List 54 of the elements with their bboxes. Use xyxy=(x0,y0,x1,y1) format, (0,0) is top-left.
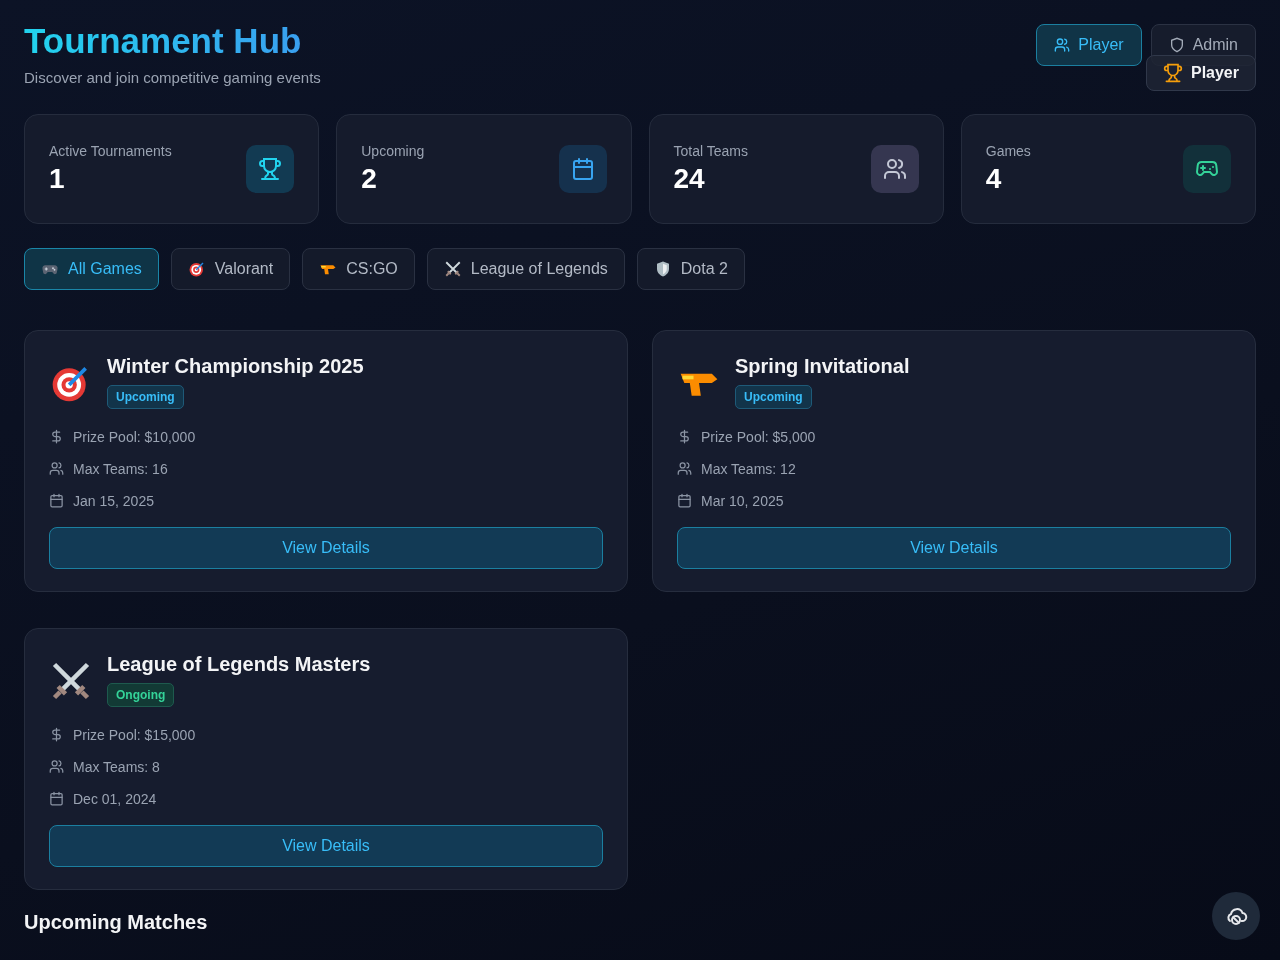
calendar-icon xyxy=(677,493,692,508)
view-details-button[interactable]: View Details xyxy=(677,526,1231,569)
dollar-icon xyxy=(49,429,64,444)
game-filter-tab[interactable]: All Games xyxy=(24,247,159,290)
status-badge: Upcoming xyxy=(107,384,184,409)
crossed-swords-icon xyxy=(443,259,462,278)
max-teams-text: Max Teams: 12 xyxy=(701,460,796,477)
game-filter-tab[interactable]: Dota 2 xyxy=(636,247,745,290)
dollar-icon xyxy=(49,727,64,742)
shield-icon xyxy=(1168,37,1185,53)
game-filter-tab[interactable]: Valorant xyxy=(170,247,291,290)
section-heading: Upcoming Matches xyxy=(24,909,208,934)
prize-pool-text: Prize Pool: $10,000 xyxy=(73,428,196,445)
status-badge: Upcoming xyxy=(735,384,812,409)
date-text: Mar 10, 2025 xyxy=(701,492,784,509)
stat-label: Games xyxy=(985,142,1031,159)
dollar-icon xyxy=(677,429,692,444)
tournament-title: Winter Championship 2025 xyxy=(107,354,364,378)
users-icon xyxy=(870,144,919,193)
view-details-button[interactable]: View Details xyxy=(49,526,603,569)
role-tooltip: Player xyxy=(1145,55,1256,91)
max-teams-text: Max Teams: 8 xyxy=(73,758,160,775)
trophy-icon xyxy=(246,144,295,193)
users-icon xyxy=(49,461,64,476)
stat-value: 2 xyxy=(361,162,378,195)
stat-value: 4 xyxy=(985,162,1003,195)
stat-label: Total Teams xyxy=(673,142,748,159)
stat-value: 1 xyxy=(49,162,66,195)
users-icon xyxy=(677,461,692,476)
page-subtitle: Discover and join competitive gaming events xyxy=(24,68,321,86)
calendar-icon xyxy=(49,791,64,806)
floating-action-button[interactable] xyxy=(1212,892,1260,940)
stat-label: Active Tournaments xyxy=(49,142,172,159)
tournament-title: Spring Invitational xyxy=(735,354,910,378)
users-icon xyxy=(49,759,64,774)
prize-pool-text: Prize Pool: $5,000 xyxy=(701,428,816,445)
calendar-icon xyxy=(49,493,64,508)
role-button[interactable]: Player xyxy=(1036,24,1142,66)
view-details-button[interactable]: View Details xyxy=(49,824,603,867)
max-teams-text: Max Teams: 16 xyxy=(73,460,168,477)
status-badge: Ongoing xyxy=(107,682,175,707)
game-filter-tab[interactable]: CS:GO xyxy=(302,247,415,290)
gamepad-icon xyxy=(1183,144,1231,193)
date-text: Dec 01, 2024 xyxy=(73,790,157,807)
prize-pool-text: Prize Pool: $15,000 xyxy=(73,726,196,743)
target-icon xyxy=(187,259,206,278)
date-text: Jan 15, 2025 xyxy=(73,492,154,509)
calendar-icon xyxy=(558,144,607,193)
stat-value: 24 xyxy=(673,162,706,195)
game-filter-tab[interactable]: League of Legends xyxy=(426,247,625,290)
tournament-title: League of Legends Masters xyxy=(107,652,371,676)
stat-label: Upcoming xyxy=(361,142,425,159)
trophy-icon xyxy=(1162,63,1183,83)
users-icon xyxy=(1054,37,1071,53)
